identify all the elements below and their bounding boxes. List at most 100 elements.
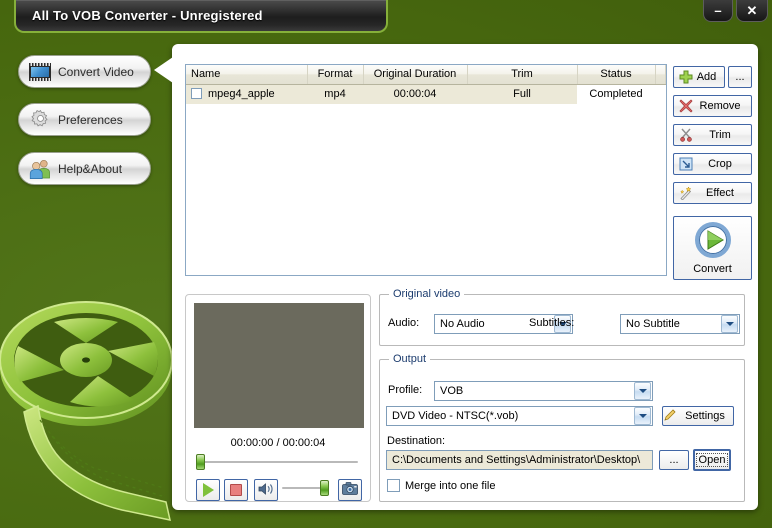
settings-button-label: Settings <box>685 410 725 422</box>
application-window: All To VOB Converter - Unregistered – ✕ … <box>0 0 772 528</box>
effect-button-label: Effect <box>706 187 734 199</box>
playback-time: 00:00:00 / 00:00:04 <box>230 437 326 449</box>
sidebar-item-label: Preferences <box>58 112 123 127</box>
chevron-down-icon[interactable] <box>721 315 738 333</box>
output-group: Output Profile: VOB DVD Video - NTSC(*.v… <box>379 353 745 502</box>
crop-icon <box>677 157 695 171</box>
remove-button-label: Remove <box>699 100 741 112</box>
title-bar: All To VOB Converter - Unregistered <box>14 0 388 33</box>
merge-checkbox-label: Merge into one file <box>405 479 496 492</box>
sidebar-item-label: Convert Video <box>58 64 134 79</box>
window-controls: – ✕ <box>703 0 768 22</box>
table-header-row: Name Format Original Duration Trim Statu… <box>186 65 666 85</box>
window-title: All To VOB Converter - Unregistered <box>32 8 263 23</box>
trim-button-label: Trim <box>709 129 731 141</box>
subtitles-select[interactable]: No Subtitle <box>620 314 740 334</box>
people-icon <box>28 158 52 180</box>
remove-button[interactable]: Remove <box>673 95 752 117</box>
chevron-down-icon[interactable] <box>634 382 651 400</box>
sidebar-item-preferences[interactable]: Preferences <box>18 103 151 136</box>
chevron-down-icon[interactable] <box>634 407 651 425</box>
destination-value: C:\Documents and Settings\Administrator\… <box>392 454 641 466</box>
cell-name-text: mpeg4_apple <box>208 88 275 101</box>
destination-label: Destination: <box>387 435 446 447</box>
scissors-icon <box>677 128 695 142</box>
main-panel: Name Format Original Duration Trim Statu… <box>154 44 758 510</box>
pencil-icon <box>663 408 677 425</box>
plus-icon <box>677 70 695 84</box>
sidebar-item-label: Help&About <box>58 161 123 176</box>
output-group-title: Output <box>389 353 431 365</box>
column-header-duration[interactable]: Original Duration <box>363 65 468 85</box>
row-checkbox[interactable] <box>191 88 202 100</box>
browse-button-label: ... <box>669 454 679 466</box>
sidebar-item-convert-video[interactable]: Convert Video <box>18 55 151 88</box>
cell-trim: Full <box>467 84 577 104</box>
gear-icon <box>28 109 52 131</box>
add-button-label: Add <box>696 71 717 83</box>
film-reel-decoration <box>0 301 173 521</box>
stop-button[interactable] <box>224 479 248 501</box>
video-preview-panel: 00:00:00 / 00:00:04 <box>185 294 371 502</box>
sidebar-item-help-about[interactable]: Help&About <box>18 152 151 185</box>
profile-label: Profile: <box>388 384 423 396</box>
add-more-button[interactable]: ... <box>728 66 752 88</box>
column-header-name[interactable]: Name <box>186 65 308 85</box>
snapshot-button[interactable] <box>338 479 362 501</box>
open-button-label: Open <box>695 453 729 467</box>
remove-x-icon <box>677 99 695 113</box>
open-destination-button[interactable]: Open <box>693 449 731 471</box>
audio-label: Audio: <box>388 317 420 329</box>
add-more-button-label: ... <box>735 71 745 83</box>
crop-button-label: Crop <box>708 158 732 170</box>
settings-button[interactable]: Settings <box>662 406 734 426</box>
profile-select[interactable]: VOB <box>434 381 653 401</box>
format-select-value: DVD Video - NTSC(*.vob) <box>392 410 519 422</box>
convert-button-label: Convert <box>693 262 732 275</box>
seek-slider-thumb[interactable] <box>196 454 205 470</box>
browse-destination-button[interactable]: ... <box>659 450 689 470</box>
merge-into-one-file-checkbox[interactable]: Merge into one file <box>387 479 496 492</box>
column-header-trim[interactable]: Trim <box>467 65 578 85</box>
column-header-spacer <box>655 65 666 85</box>
original-video-group-title: Original video <box>389 288 465 300</box>
play-icon <box>202 483 214 497</box>
close-icon: ✕ <box>746 3 758 18</box>
column-header-status[interactable]: Status <box>577 65 656 85</box>
file-list[interactable]: Name Format Original Duration Trim Statu… <box>185 64 667 276</box>
effect-button[interactable]: Effect <box>673 182 752 204</box>
video-surface[interactable] <box>194 303 364 428</box>
film-icon <box>28 61 52 83</box>
checkbox-box[interactable] <box>387 479 400 492</box>
crop-button[interactable]: Crop <box>673 153 752 175</box>
cell-status: Completed <box>589 88 643 101</box>
original-video-group: Original video Audio: No Audio Subtitles… <box>379 288 745 346</box>
minimize-button[interactable]: – <box>703 0 733 22</box>
column-header-format[interactable]: Format <box>307 65 364 85</box>
subtitles-select-value: No Subtitle <box>626 318 680 330</box>
convert-play-icon <box>694 221 731 261</box>
trim-button[interactable]: Trim <box>673 124 752 146</box>
minimize-icon: – <box>714 3 722 18</box>
add-button[interactable]: Add <box>673 66 725 88</box>
convert-button[interactable]: Convert <box>673 216 752 280</box>
cell-spacer <box>655 84 666 104</box>
volume-slider-thumb[interactable] <box>320 480 329 496</box>
format-select[interactable]: DVD Video - NTSC(*.vob) <box>386 406 653 426</box>
destination-field[interactable]: C:\Documents and Settings\Administrator\… <box>386 450 653 470</box>
stop-icon <box>230 484 242 496</box>
camera-icon <box>342 482 358 498</box>
volume-button[interactable] <box>254 479 278 501</box>
speaker-icon <box>258 482 274 499</box>
table-row[interactable]: mpeg4_apple mp4 00:00:04 Full Completed <box>186 84 666 104</box>
seek-slider-track[interactable] <box>200 461 358 463</box>
file-table: Name Format Original Duration Trim Statu… <box>186 65 666 104</box>
cell-format: mp4 <box>307 84 363 104</box>
panel-pointer-arrow <box>154 57 173 83</box>
play-button[interactable] <box>196 479 220 501</box>
close-button[interactable]: ✕ <box>736 0 768 22</box>
cell-name[interactable]: mpeg4_apple <box>186 84 307 104</box>
magic-wand-icon <box>677 186 695 200</box>
subtitles-label: Subtitles: <box>529 317 575 329</box>
profile-select-value: VOB <box>440 385 464 397</box>
